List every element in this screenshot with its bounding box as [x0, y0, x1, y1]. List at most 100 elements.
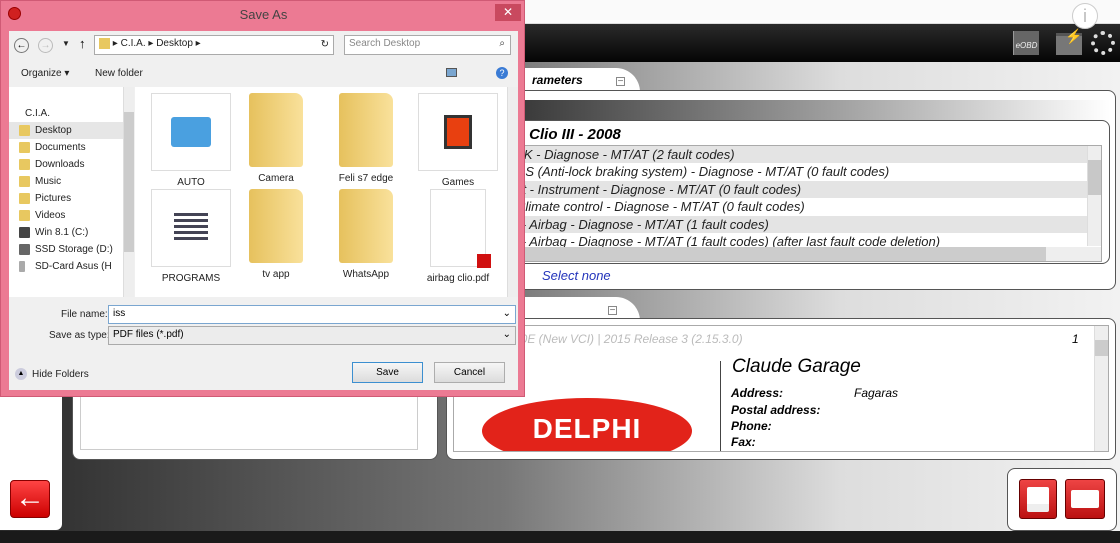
- select-none-link[interactable]: Select none: [542, 268, 611, 283]
- nav-label: Music: [35, 176, 62, 187]
- address-bar[interactable]: ▸ C.I.A. ▸ Desktop ▸ ↻: [94, 35, 334, 55]
- list-item[interactable]: ABS (Anti-lock braking system) - Diagnos…: [506, 163, 1088, 180]
- phone-label: Phone:: [731, 419, 772, 433]
- nav-label: Pictures: [35, 193, 72, 204]
- page-number: 1: [1072, 332, 1079, 346]
- close-button[interactable]: ✕: [495, 4, 521, 21]
- report-preview: 50E (New VCI) | 2015 Release 3 (2.15.3.0…: [453, 325, 1109, 452]
- loading-icon: [1091, 31, 1115, 55]
- nav-label: C.I.A.: [25, 108, 51, 119]
- list-item[interactable]: K9K - Diagnose - MT/AT (2 fault codes): [506, 146, 1088, 164]
- file-item[interactable]: tv app: [235, 189, 317, 280]
- list-item[interactable]: ts - Airbag - Diagnose - MT/AT (1 fault …: [506, 215, 1088, 233]
- breadcrumb-desktop[interactable]: Desktop: [156, 38, 193, 49]
- programs-icon: [174, 213, 208, 243]
- file-scrollbar[interactable]: [507, 87, 518, 297]
- folder-icon: [339, 189, 393, 263]
- search-placeholder: Search Desktop: [349, 38, 421, 49]
- nav-item[interactable]: SSD Storage (D:): [9, 241, 134, 258]
- search-icon: ⌕: [499, 38, 505, 49]
- file-name-input[interactable]: iss ⌄: [108, 305, 516, 324]
- collapse-icon[interactable]: −: [616, 77, 626, 87]
- hide-folders-icon[interactable]: ▲: [15, 368, 27, 380]
- divider: [720, 361, 721, 451]
- address-label: Address:: [731, 386, 784, 400]
- file-item[interactable]: PROGRAMS: [150, 189, 232, 284]
- bottom-bar: [0, 531, 1120, 543]
- nav-label: Documents: [35, 142, 86, 153]
- save-type-select[interactable]: PDF files (*.pdf) ⌄: [108, 326, 516, 345]
- list-item[interactable]: ent - Instrument - Diagnose - MT/AT (0 f…: [506, 180, 1088, 199]
- hide-folders-button[interactable]: Hide Folders: [32, 369, 89, 380]
- back-button[interactable]: ←: [10, 480, 50, 518]
- folder-icon: [99, 38, 110, 49]
- refresh-icon[interactable]: ↻: [321, 39, 329, 50]
- file-item[interactable]: airbag clio.pdf: [417, 189, 499, 284]
- file-item[interactable]: WhatsApp: [325, 189, 407, 280]
- print-report-button[interactable]: [1065, 479, 1105, 519]
- nav-label: Desktop: [35, 125, 72, 136]
- collapse-icon[interactable]: −: [608, 306, 617, 316]
- nav-scrollbar[interactable]: [123, 87, 134, 297]
- fax-label: Fax:: [731, 435, 756, 449]
- nav-item[interactable]: Downloads: [9, 156, 134, 173]
- vertical-scrollbar[interactable]: [1094, 326, 1108, 451]
- nav-item[interactable]: Documents: [9, 139, 134, 156]
- back-icon[interactable]: ←: [14, 38, 29, 53]
- vehicle-title: - Clio III - 2008: [520, 126, 621, 143]
- file-item[interactable]: Camera: [235, 93, 317, 184]
- organize-menu[interactable]: Organize ▾: [21, 68, 69, 79]
- nav-label: Downloads: [35, 159, 85, 170]
- games-icon: [444, 115, 472, 149]
- help-icon[interactable]: ?: [496, 67, 508, 79]
- horizontal-scrollbar[interactable]: [506, 247, 1101, 261]
- nav-item[interactable]: Desktop: [9, 122, 134, 139]
- search-input[interactable]: Search Desktop ⌕: [344, 35, 511, 55]
- forward-icon[interactable]: →: [38, 38, 53, 53]
- nav-item[interactable]: Videos: [9, 207, 134, 224]
- dialog-body: ← → ▼ ↑ ▸ C.I.A. ▸ Desktop ▸ ↻ Search De…: [9, 31, 518, 390]
- save-button[interactable]: Save: [352, 362, 423, 383]
- new-folder-button[interactable]: New folder: [95, 68, 143, 79]
- eobd-icon[interactable]: eOBD: [1013, 31, 1039, 55]
- nav-item[interactable]: SD-Card Asus (H: [9, 258, 134, 275]
- printer-icon: [1071, 490, 1099, 508]
- file-pane: AUTO Camera Feli s7 edge Games PROGRAMS …: [135, 87, 518, 297]
- vertical-scrollbar[interactable]: [1087, 146, 1101, 246]
- nav-item[interactable]: Pictures: [9, 190, 134, 207]
- save-as-dialog: Save As ✕ ← → ▼ ↑ ▸ C.I.A. ▸ Desktop ▸ ↻…: [0, 0, 525, 397]
- list-item[interactable]: - Climate control - Diagnose - MT/AT (0 …: [506, 198, 1088, 215]
- nav-label: SSD Storage (D:): [35, 244, 113, 255]
- address-value: Fagaras: [854, 386, 899, 400]
- save-type-label: Save as type:: [49, 330, 110, 341]
- battery-icon: ⚡: [1056, 28, 1082, 55]
- auto-icon: [171, 117, 211, 147]
- folder-icon: [249, 189, 303, 263]
- save-report-button[interactable]: [1019, 479, 1057, 519]
- info-icon[interactable]: i: [1072, 3, 1098, 29]
- dialog-title: Save As: [239, 7, 288, 22]
- pdf-icon: [477, 254, 491, 268]
- file-item[interactable]: Feli s7 edge: [325, 93, 407, 184]
- recent-dropdown-icon[interactable]: ▼: [62, 39, 70, 48]
- file-item[interactable]: Games: [417, 93, 499, 188]
- nav-item[interactable]: Win 8.1 (C:): [9, 224, 134, 241]
- nav-label: SD-Card Asus (H: [35, 261, 112, 272]
- file-name-label: File name:: [61, 309, 108, 320]
- panel-header-bar: [500, 100, 1110, 122]
- floppy-icon: [1027, 487, 1049, 512]
- breadcrumb-cia[interactable]: C.I.A.: [121, 38, 146, 49]
- folder-icon: [339, 93, 393, 167]
- postal-label: Postal address:: [731, 403, 821, 417]
- cancel-button[interactable]: Cancel: [434, 362, 505, 383]
- up-icon[interactable]: ↑: [79, 36, 86, 51]
- report-header: 50E (New VCI) | 2015 Release 3 (2.15.3.0…: [514, 332, 743, 346]
- garage-name: Claude Garage: [732, 356, 861, 377]
- nav-item[interactable]: C.I.A.: [9, 105, 134, 122]
- nav-item[interactable]: Music: [9, 173, 134, 190]
- view-options-icon[interactable]: [446, 68, 457, 77]
- file-item[interactable]: AUTO: [150, 93, 232, 188]
- tab-label: rameters: [532, 73, 583, 87]
- navigation-pane: C.I.A. Desktop Documents Downloads Music…: [9, 87, 134, 297]
- systems-list[interactable]: K9K - Diagnose - MT/AT (2 fault codes) A…: [505, 145, 1102, 262]
